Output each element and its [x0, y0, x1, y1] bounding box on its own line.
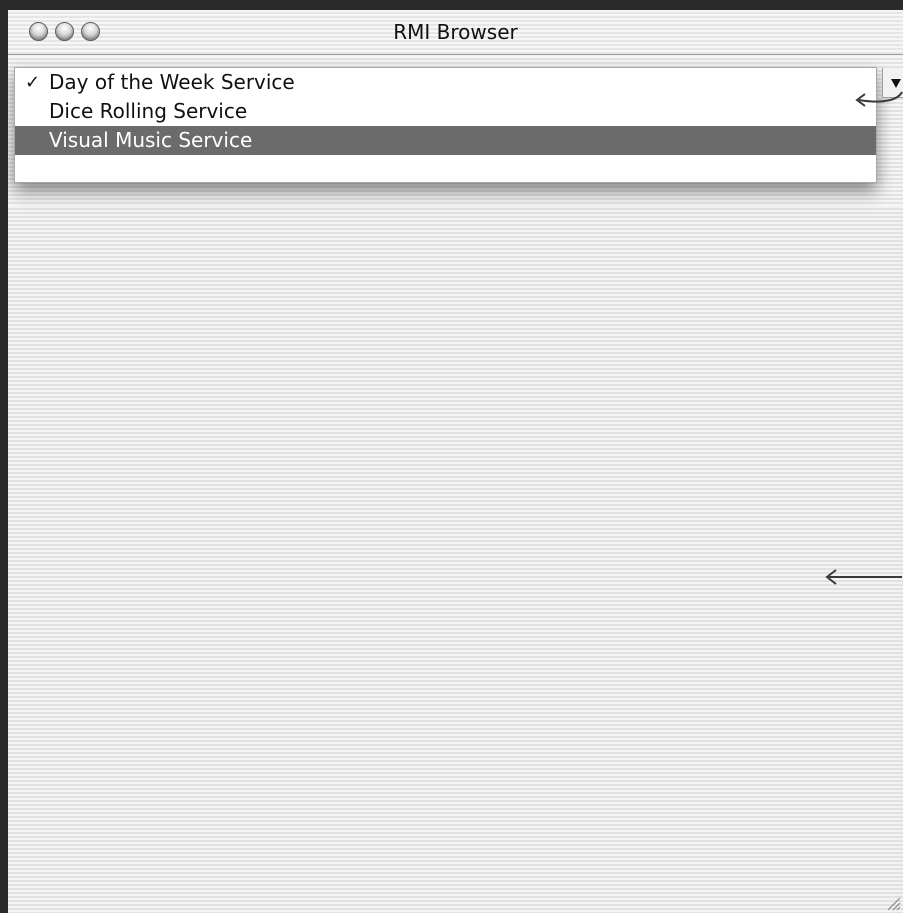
window-title: RMI Browser [393, 20, 518, 44]
title-bar[interactable]: RMI Browser [8, 10, 903, 55]
checkmark-icon: ✓ [25, 72, 41, 93]
menu-item-label: Visual Music Service [49, 128, 253, 152]
menu-item-visual-music-service[interactable]: Visual Music Service [15, 126, 876, 155]
chevron-down-icon [891, 79, 901, 88]
menu-item-day-of-the-week-service[interactable]: ✓ Day of the Week Service [15, 68, 876, 97]
service-dropdown-menu[interactable]: ✓ Day of the Week Service Dice Rolling S… [14, 67, 877, 183]
menu-item-label: Dice Rolling Service [49, 99, 248, 123]
arrow-left-icon [855, 91, 903, 107]
window-frame: RMI Browser ✓ Day of the Week Service Di… [8, 10, 903, 913]
menu-item-label: Day of the Week Service [49, 70, 295, 94]
menu-item-dice-rolling-service[interactable]: Dice Rolling Service [15, 97, 876, 126]
resize-grip-icon[interactable] [885, 895, 901, 911]
app-window: RMI Browser ✓ Day of the Week Service Di… [0, 0, 903, 913]
arrow-left-icon [825, 569, 902, 585]
